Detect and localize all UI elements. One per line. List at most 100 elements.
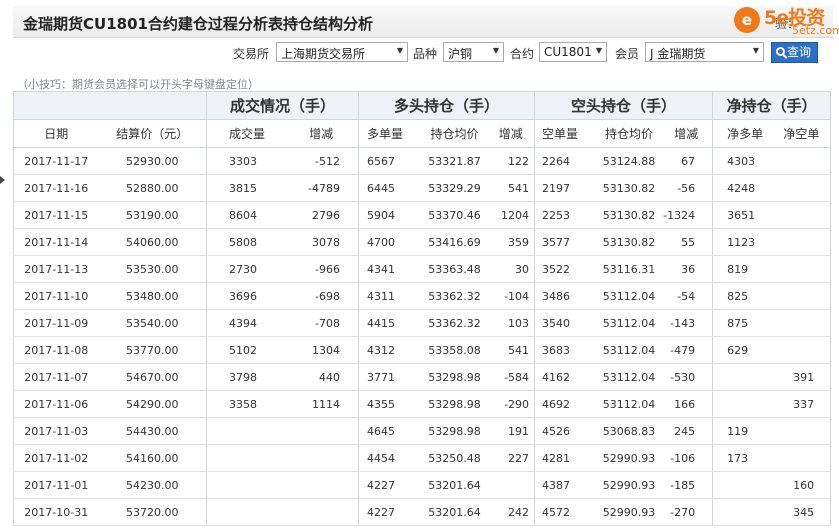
volume-cell (206, 498, 275, 526)
table-row: 2017-10-31 53720.00 4227 53201.64 242 4572 529… (13, 498, 832, 526)
volume-change-cell: -708 (274, 309, 360, 337)
long-qty-cell: 6445 (358, 174, 422, 202)
net-short-cell: 160 (772, 471, 832, 499)
volume-cell: 3815 (206, 174, 275, 202)
group-header-blank (13, 91, 207, 120)
long-avg-price-cell: 53362.32 (421, 282, 488, 310)
settle-price-cell: 54230.00 (98, 471, 207, 499)
exchange-select[interactable]: 上海期货交易所 ▼ (276, 42, 408, 62)
exchange-select-value: 上海期货交易所 (281, 47, 366, 61)
long-change-cell: 1204 (487, 201, 536, 229)
short-qty-cell: 4387 (534, 471, 598, 499)
long-change-cell (487, 471, 536, 499)
net-long-cell: 4248 (712, 174, 773, 202)
long-qty-cell: 4415 (358, 309, 422, 337)
long-qty-cell: 4311 (358, 282, 422, 310)
table-row: 2017-11-09 53540.00 4394 -708 4415 53362.32 10… (13, 309, 832, 337)
volume-cell (206, 417, 275, 445)
volume-change-cell (274, 498, 360, 526)
date-cell: 2017-10-31 (13, 498, 99, 526)
variety-label: 品种 (413, 47, 438, 61)
member-select-value: J 金瑞期货 (650, 47, 706, 61)
net-short-cell (772, 174, 832, 202)
date-cell: 2017-11-03 (13, 417, 99, 445)
long-change-cell: 103 (487, 309, 536, 337)
long-qty-cell: 4227 (358, 471, 422, 499)
volume-cell: 5808 (206, 228, 275, 256)
variety-select-value: 沪铜 (448, 47, 473, 61)
net-long-cell (712, 471, 773, 499)
group-header-row: 成交情况（手） 多头持仓（手） 空头持仓（手） 净持仓（手） (13, 91, 832, 120)
volume-cell: 5102 (206, 336, 275, 364)
member-select[interactable]: J 金瑞期货 ▼ (645, 42, 764, 62)
volume-cell: 3798 (206, 363, 275, 391)
net-short-cell (772, 228, 832, 256)
column-header: 结算价（元） (98, 119, 207, 148)
short-change-cell: 166 (660, 390, 714, 418)
variety-select[interactable]: 沪铜 ▼ (443, 42, 504, 62)
group-header: 净持仓（手） (712, 91, 832, 120)
long-qty-cell: 3771 (358, 363, 422, 391)
settle-price-cell: 53770.00 (98, 336, 207, 364)
table-row: 2017-11-08 53770.00 5102 1304 4312 53358.08 54… (13, 336, 832, 364)
short-change-cell: 67 (660, 147, 714, 175)
date-cell: 2017-11-07 (13, 363, 99, 391)
row-pointer-icon (0, 176, 5, 184)
settle-price-cell: 53190.00 (98, 201, 207, 229)
short-qty-cell: 4281 (534, 444, 598, 472)
short-qty-cell: 2197 (534, 174, 598, 202)
settle-price-cell: 54430.00 (98, 417, 207, 445)
column-header: 净空单 (772, 119, 832, 148)
short-avg-price-cell: 53112.04 (597, 390, 661, 418)
chevron-down-icon: ▼ (396, 46, 403, 55)
contract-select[interactable]: CU1801 ▼ (539, 42, 607, 62)
table-row: 2017-11-13 53530.00 2730 -966 4341 53363.48 30… (13, 255, 832, 283)
net-short-cell (772, 336, 832, 364)
site-logo[interactable]: e 5e投资 5etz.com (730, 3, 839, 37)
table-row: 2017-11-02 54160.00 4454 53250.48 227 4281 529… (13, 444, 832, 472)
long-change-cell: -104 (487, 282, 536, 310)
long-change-cell: 359 (487, 228, 536, 256)
table-row: 2017-11-01 54230.00 4227 53201.64 4387 52990.… (13, 471, 832, 499)
short-avg-price-cell: 53112.04 (597, 336, 661, 364)
long-avg-price-cell: 53321.87 (421, 147, 488, 175)
short-change-cell: -56 (660, 174, 714, 202)
long-qty-cell: 4700 (358, 228, 422, 256)
short-qty-cell: 3683 (534, 336, 598, 364)
short-change-cell: -106 (660, 444, 714, 472)
table-row: 2017-11-17 52930.00 3303 -512 6567 53321.87 12… (13, 147, 832, 175)
short-qty-cell: 2264 (534, 147, 598, 175)
long-change-cell: 541 (487, 336, 536, 364)
title-bar: 金瑞期货CU1801合约建仓过程分析表持仓结构分析 验： (13, 6, 833, 38)
volume-cell: 3303 (206, 147, 275, 175)
short-change-cell: 36 (660, 255, 714, 283)
volume-cell (206, 444, 275, 472)
short-avg-price-cell: 53112.04 (597, 309, 661, 337)
long-avg-price-cell: 53298.98 (421, 363, 488, 391)
date-cell: 2017-11-02 (13, 444, 99, 472)
net-short-cell: 391 (772, 363, 832, 391)
member-label: 会员 (615, 47, 640, 61)
date-cell: 2017-11-15 (13, 201, 99, 229)
settle-price-cell: 54060.00 (98, 228, 207, 256)
date-cell: 2017-11-16 (13, 174, 99, 202)
column-header: 增减 (660, 119, 714, 148)
long-qty-cell: 4227 (358, 498, 422, 526)
page-title: 金瑞期货CU1801合约建仓过程分析表持仓结构分析 (23, 15, 373, 33)
short-avg-price-cell: 53130.82 (597, 174, 661, 202)
short-avg-price-cell: 52990.93 (597, 444, 661, 472)
net-short-cell: 337 (772, 390, 832, 418)
table-row: 2017-11-06 54290.00 3358 1114 4355 53298.98 -2… (13, 390, 832, 418)
net-short-cell (772, 282, 832, 310)
volume-change-cell: 3078 (274, 228, 360, 256)
group-header: 多头持仓（手） (358, 91, 536, 120)
net-long-cell: 1123 (712, 228, 773, 256)
long-avg-price-cell: 53201.64 (421, 471, 488, 499)
volume-change-cell: -4789 (274, 174, 360, 202)
long-avg-price-cell: 53363.48 (421, 255, 488, 283)
net-short-cell (772, 201, 832, 229)
query-button[interactable]: 查询 (771, 42, 818, 63)
net-long-cell (712, 498, 773, 526)
date-cell: 2017-11-06 (13, 390, 99, 418)
long-qty-cell: 4312 (358, 336, 422, 364)
